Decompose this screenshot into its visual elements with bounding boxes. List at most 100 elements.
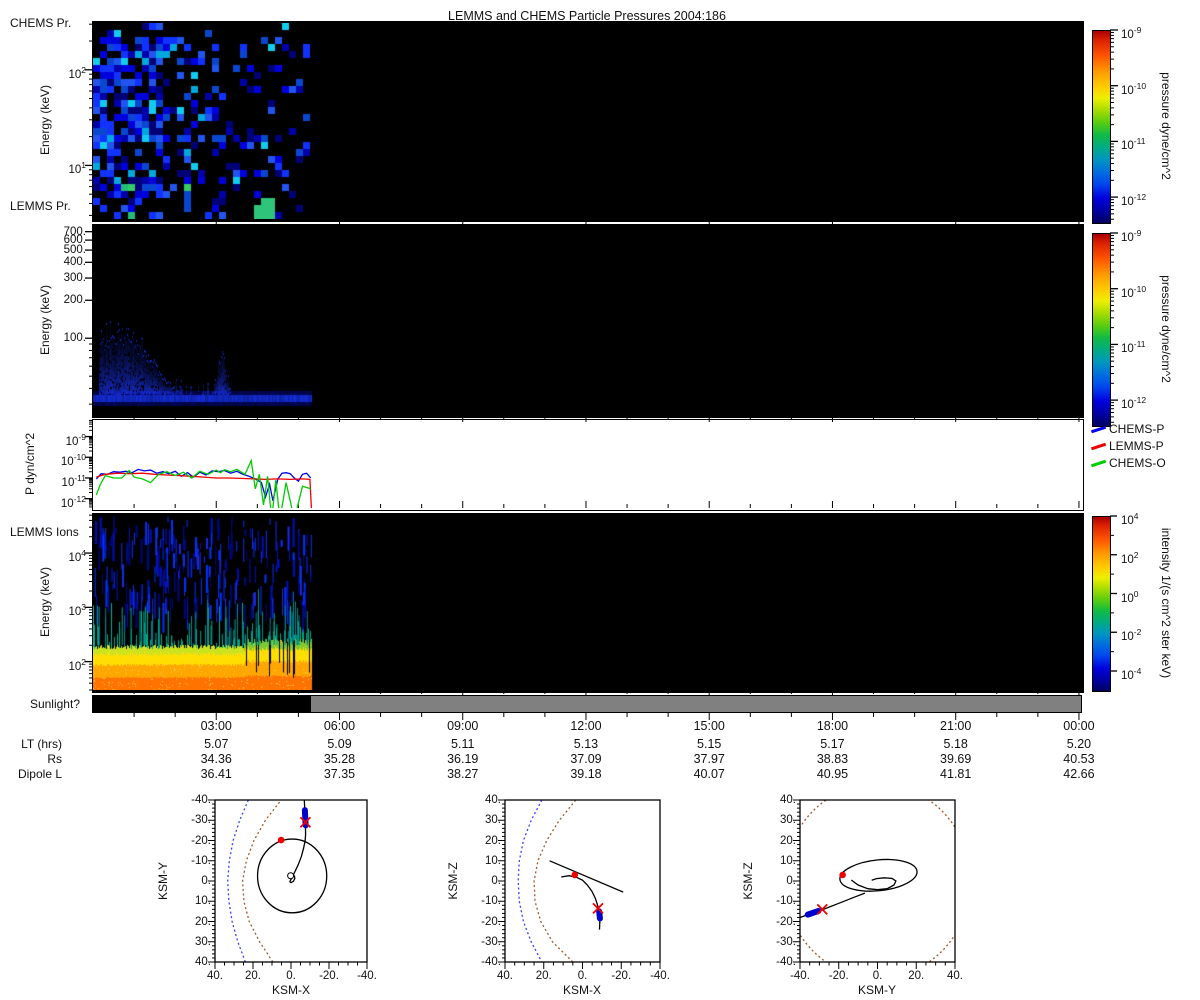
colorbar-tick-label: 100 (1121, 588, 1139, 605)
ephemeris-value: 40.53 (1063, 752, 1095, 766)
ephemeris-value: 5.17 (820, 737, 845, 751)
orbit-curve (561, 875, 601, 930)
bow-shock (227, 800, 249, 962)
colorbar-tick-label: 10-11 (1121, 339, 1146, 356)
spacecraft-interval-marker (804, 907, 822, 918)
orbit-y-tick-label: 10. (195, 895, 211, 908)
orbit-y-tick-label: 10. (485, 854, 501, 867)
orbit-y-tick-label: 0. (786, 875, 796, 887)
orbit-y-tick-label: 0. (201, 875, 211, 887)
y-axis-tick-label: 102 (68, 656, 86, 673)
colorbar-tick-label: 10-9 (1121, 228, 1142, 244)
ephemeris-value: 5.15 (697, 737, 722, 751)
orbit-start-marker (571, 871, 579, 879)
time-tick-label: 03:00 (200, 719, 232, 733)
orbit-frame (214, 799, 368, 963)
ephemeris-value: 39.18 (570, 767, 602, 781)
colorbar-tick-label: 10-9 (1121, 25, 1142, 41)
pressure-lines-group (95, 458, 313, 508)
ephemeris-value: 5.07 (204, 737, 229, 751)
magnetopause (533, 800, 577, 962)
ephemeris-value: 38.83 (816, 752, 849, 766)
time-tick-label: 09:00 (447, 719, 479, 733)
orbit-ellipse (839, 858, 918, 892)
orbit-y-tick-label: -20. (481, 915, 501, 928)
ephemeris-value: 36.19 (447, 752, 479, 766)
y-axis-tick-label: 103 (68, 602, 86, 619)
orbit-inner-loop (850, 877, 897, 891)
orbit-y-tick-label: -10. (776, 895, 796, 908)
ephemeris-value: 35.28 (323, 752, 356, 766)
orbit-y-tick-label: 30. (195, 935, 211, 948)
time-tick-label: 12:00 (570, 719, 602, 733)
trajectory-ksmy-ksmz-group (800, 800, 955, 962)
orbit-x-tick-label: 40. (947, 970, 963, 982)
ephemeris-value: 34.36 (200, 752, 232, 766)
plot-page: LEMMS and CHEMS Particle Pressures 2004:… (0, 0, 1200, 1000)
colorbar-tick-label: 10-4 (1121, 666, 1142, 682)
orbit-y-tick-label: 40. (780, 794, 796, 806)
y-axis-tick-label: 10-9 (65, 431, 86, 448)
y-axis-tick-label: 10-11 (61, 472, 86, 489)
ephemeris-value: 41.81 (940, 767, 972, 781)
time-tick-label: 06:00 (323, 719, 356, 733)
time-tick-label: 18:00 (816, 719, 849, 733)
ephemeris-value: 5.20 (1066, 737, 1092, 751)
vector-overlay (85, 23, 1118, 969)
y-axis-tick-label: 200. (63, 294, 86, 307)
series-chems-o (95, 458, 311, 508)
ephemeris-value: 37.97 (693, 752, 725, 766)
ephemeris-value: 5.11 (451, 737, 475, 751)
y-axis-tick-label: 10-12 (60, 493, 86, 510)
time-tick-label: 00:00 (1063, 719, 1095, 733)
ephemeris-value: 5.13 (573, 737, 599, 751)
orbit-y-tick-label: -40. (191, 794, 211, 806)
colorbar-tick-label: 10-12 (1121, 192, 1147, 208)
orbit-y-tick-label: -10. (481, 895, 501, 908)
time-tick-label: 15:00 (693, 719, 725, 733)
ephemeris-value: 39.69 (940, 752, 972, 766)
colorbar-tick-label: 10-10 (1121, 80, 1147, 97)
colorbar-tick-label: 10-12 (1121, 395, 1147, 411)
orbit-y-tick-label: -40. (481, 956, 501, 968)
trajectory-ksmx-ksmz-group (517, 800, 624, 962)
y-axis-tick-label: 400. (63, 256, 86, 269)
orbit-x-tick-label: -40. (650, 970, 670, 982)
colorbar-tick-label: 104 (1121, 511, 1139, 527)
series-lemms-p (96, 472, 313, 508)
y-axis-tick-label: 100. (63, 332, 86, 345)
colorbar-tick-label: 102 (1121, 549, 1139, 566)
orbit-frame (799, 799, 956, 963)
ephemeris-value: 37.09 (570, 752, 602, 766)
ephemeris-value: 42.66 (1063, 767, 1095, 781)
orbit-y-tick-label: -10. (191, 854, 211, 867)
y-axis-tick-label: 10-10 (60, 452, 86, 469)
ephemeris-value: 40.95 (816, 767, 849, 781)
orbit-y-tick-label: 10. (780, 854, 796, 867)
ephemeris-value: 37.35 (323, 767, 356, 781)
orbit-line (549, 860, 624, 893)
colorbar-tick-label: 10-11 (1121, 136, 1146, 153)
orbit-y-tick-label: 40. (485, 794, 501, 806)
colorbar-tick-label: 10-2 (1121, 627, 1142, 644)
orbit-start-marker (839, 871, 846, 879)
saturn-marker (287, 872, 295, 880)
orbit-y-tick-label: 20. (485, 834, 501, 847)
orbit-y-tick-label: -30. (481, 935, 501, 948)
colorbar-tick-label: 10-10 (1121, 283, 1147, 300)
orbit-y-tick-label: 20. (195, 915, 211, 928)
orbit-y-tick-label: -20. (191, 834, 211, 847)
time-tick-label: 21:00 (940, 719, 972, 733)
orbit-y-tick-label: -30. (776, 935, 796, 948)
y-axis-tick-label: 300. (63, 272, 86, 285)
orbit-x-tick-label: -40. (357, 970, 377, 982)
orbit-y-tick-label: 30. (780, 814, 796, 827)
ephemeris-value: 36.41 (200, 767, 232, 781)
magnetopause (241, 801, 281, 962)
orbit-y-tick-label: 40. (195, 956, 211, 968)
spacecraft-interval-marker (596, 908, 603, 922)
trajectory-ksmx-ksmy-group (227, 800, 328, 962)
ephemeris-value: 40.07 (693, 767, 725, 781)
magnetopause-ring (800, 800, 955, 962)
ephemeris-value: 38.27 (447, 767, 479, 781)
